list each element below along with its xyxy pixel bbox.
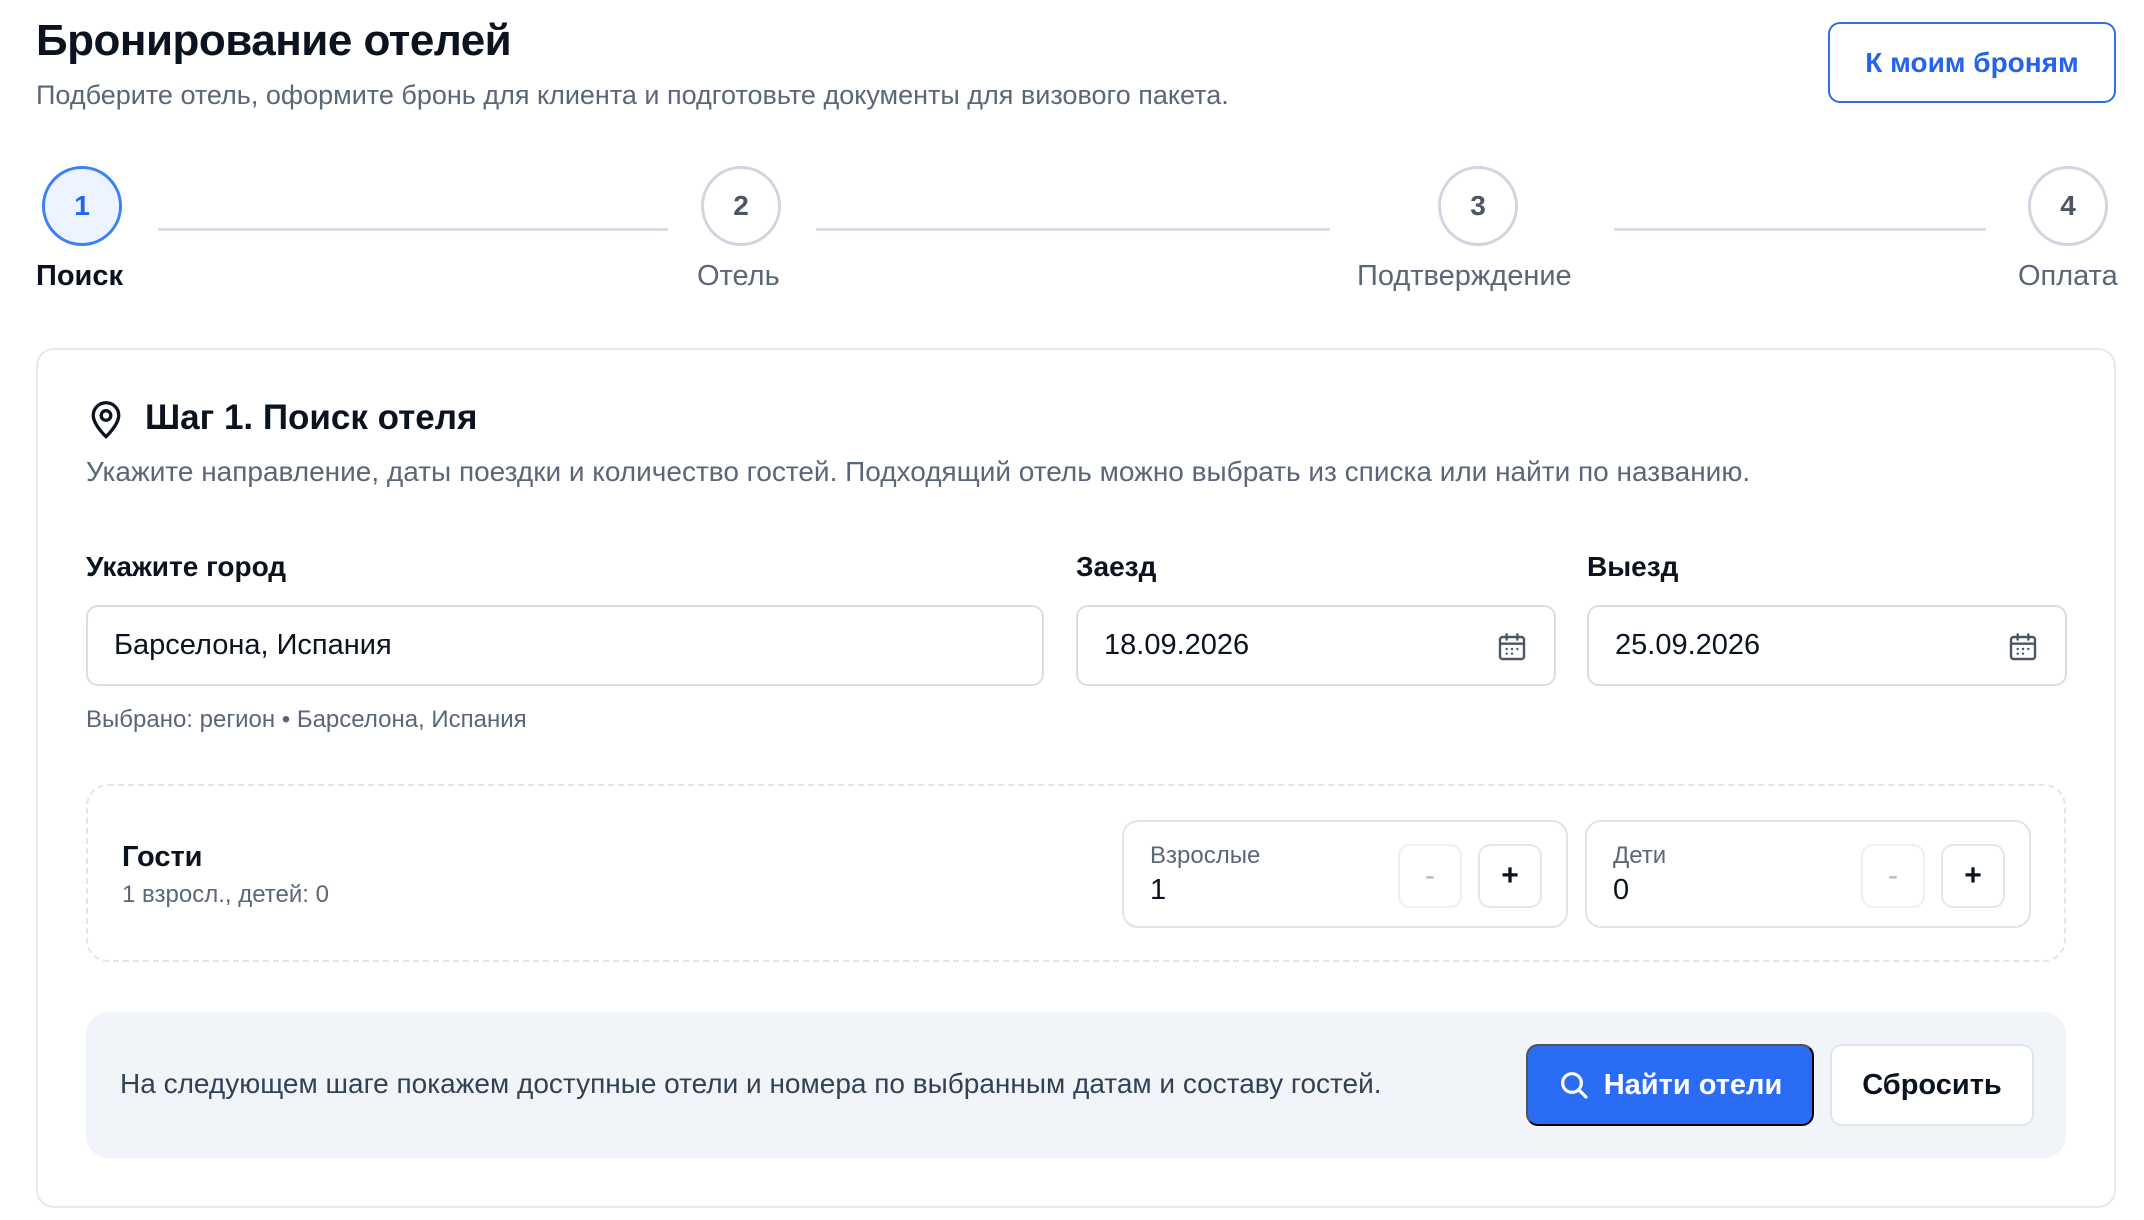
adults-increment-button[interactable]: + bbox=[1478, 844, 1542, 908]
children-label: Дети bbox=[1613, 842, 1667, 869]
checkin-date-value: 18.09.2026 bbox=[1104, 629, 1250, 661]
step-1-circle[interactable]: 1 bbox=[42, 166, 122, 246]
city-label: Укажите город bbox=[86, 551, 287, 582]
checkout-date-value: 25.09.2026 bbox=[1615, 629, 1761, 661]
children-value: 0 bbox=[1613, 874, 1630, 906]
booking-page: Бронирование отелей Подберите отель, офо… bbox=[0, 0, 2144, 1220]
guests-summary: 1 взросл., детей: 0 bbox=[122, 881, 329, 908]
adults-value: 1 bbox=[1150, 874, 1167, 906]
step-1-label: Поиск bbox=[36, 260, 124, 292]
city-input[interactable]: Барселона, Испания bbox=[86, 605, 1044, 686]
reset-button[interactable]: Сбросить bbox=[1830, 1044, 2034, 1126]
step-connector-1-2 bbox=[158, 228, 668, 231]
checkout-label: Выезд bbox=[1587, 551, 1679, 582]
adults-decrement-button[interactable]: - bbox=[1398, 844, 1462, 908]
search-icon bbox=[1560, 1072, 1588, 1099]
adults-counter: Взрослые 1 - + bbox=[1122, 820, 1568, 928]
step-connector-3-4 bbox=[1614, 228, 1986, 231]
next-step-note: На следующем шаге покажем доступные отел… bbox=[120, 1068, 1382, 1099]
step-2-label: Отель bbox=[697, 260, 780, 292]
checkin-label: Заезд bbox=[1076, 551, 1157, 582]
page-subtitle: Подберите отель, оформите бронь для клие… bbox=[36, 80, 1229, 110]
calendar-icon[interactable] bbox=[2007, 631, 2039, 663]
checkout-date-input[interactable]: 25.09.2026 bbox=[1587, 605, 2067, 686]
children-increment-button[interactable]: + bbox=[1941, 844, 2005, 908]
map-pin-icon bbox=[91, 401, 121, 439]
calendar-icon[interactable] bbox=[1496, 631, 1528, 663]
children-counter: Дети 0 - + bbox=[1585, 820, 2031, 928]
adults-label: Взрослые bbox=[1150, 842, 1261, 869]
step-4-label: Оплата bbox=[2018, 260, 2118, 292]
guests-title: Гости bbox=[122, 841, 203, 873]
my-bookings-button[interactable]: К моим броням bbox=[1828, 22, 2116, 103]
step-3-circle[interactable]: 3 bbox=[1438, 166, 1518, 246]
page-title: Бронирование отелей bbox=[36, 16, 512, 65]
city-selection-hint: Выбрано: регион • Барселона, Испания bbox=[86, 706, 527, 733]
find-hotels-label: Найти отели bbox=[1603, 1068, 1783, 1101]
card-title: Шаг 1. Поиск отеля bbox=[145, 398, 478, 437]
step-2-circle[interactable]: 2 bbox=[701, 166, 781, 246]
checkin-date-input[interactable]: 18.09.2026 bbox=[1076, 605, 1556, 686]
city-input-value: Барселона, Испания bbox=[114, 629, 392, 661]
children-decrement-button[interactable]: - bbox=[1861, 844, 1925, 908]
find-hotels-button[interactable]: Найти отели bbox=[1526, 1044, 1814, 1126]
step-3-label: Подтверждение bbox=[1357, 260, 1572, 292]
step-connector-2-3 bbox=[816, 228, 1330, 231]
card-description: Укажите направление, даты поездки и коли… bbox=[86, 456, 1751, 487]
step-4-circle[interactable]: 4 bbox=[2028, 166, 2108, 246]
